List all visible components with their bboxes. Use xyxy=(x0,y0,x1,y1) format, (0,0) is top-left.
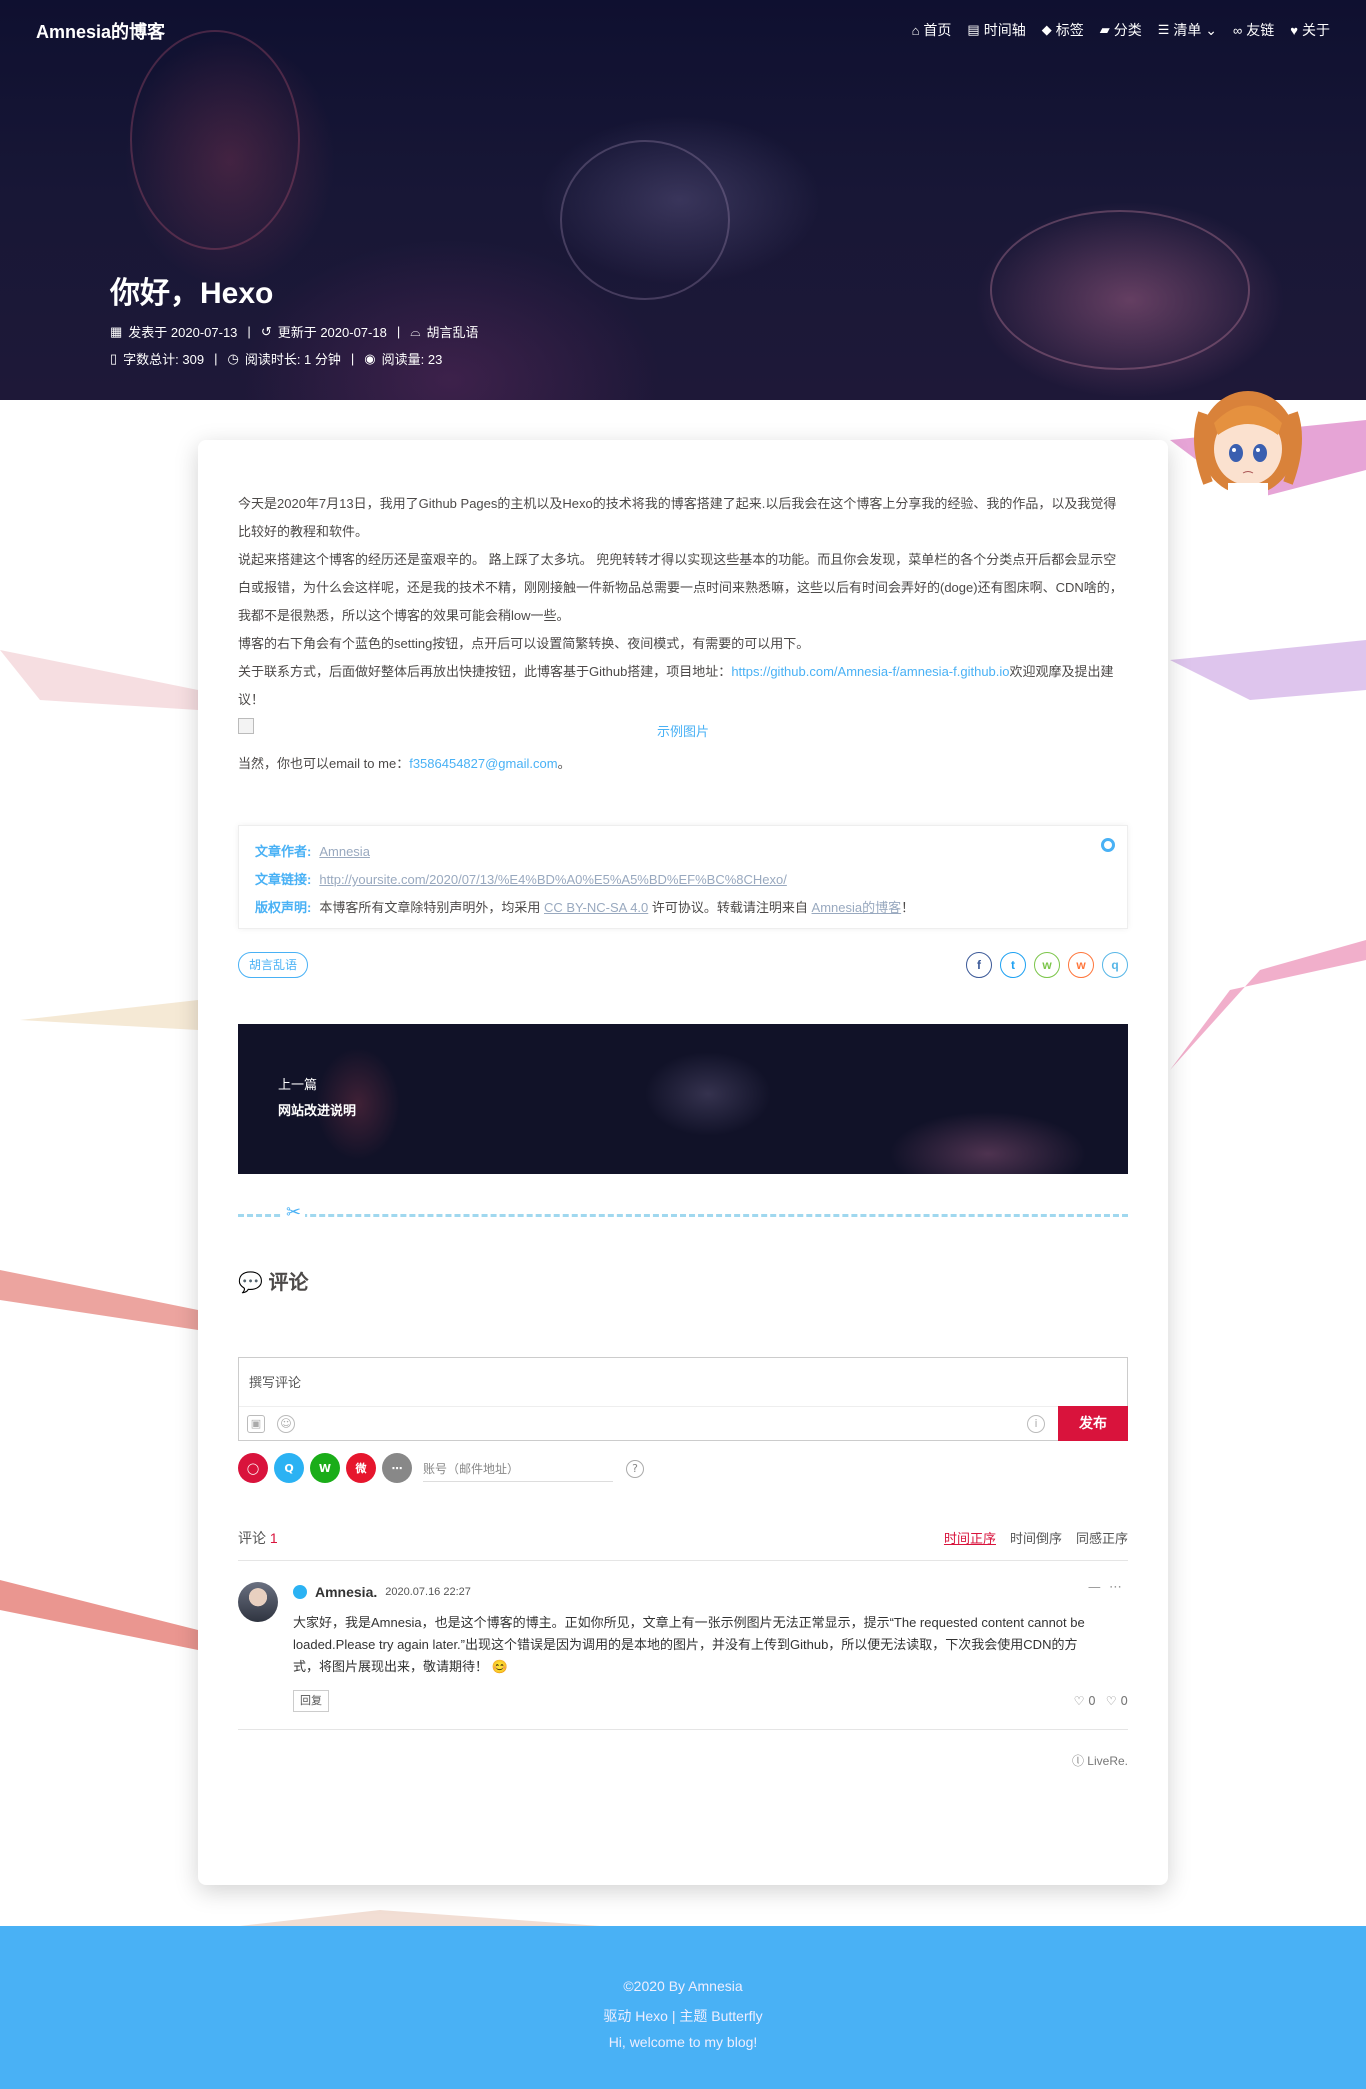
nav-item-about[interactable]: ♥ 关于 xyxy=(1290,20,1330,40)
comment-count: 评论 1 xyxy=(238,1530,278,1546)
email-link[interactable]: f3586454827@gmail.com xyxy=(409,756,557,771)
paragraph: 今天是2020年7月13日，我用了Github Pages的主机以及Hexo的技… xyxy=(238,496,1117,539)
post-tag[interactable]: 胡言乱语 xyxy=(238,952,309,978)
post-content: 今天是2020年7月13日，我用了Github Pages的主机以及Hexo的技… xyxy=(238,490,1128,778)
account-email-input[interactable]: 账号（邮件地址） xyxy=(423,1456,613,1482)
more-icon[interactable]: ⋯ xyxy=(382,1453,412,1483)
emoji-icon[interactable]: ☺ xyxy=(277,1415,295,1433)
footer-copyright: ©2020 By Amnesia xyxy=(623,1978,743,1994)
post-comment-button[interactable]: 发布 xyxy=(1058,1406,1128,1441)
sort-likes[interactable]: 同感正序 xyxy=(1076,1528,1128,1547)
post-card: 今天是2020年7月13日，我用了Github Pages的主机以及Hexo的技… xyxy=(198,440,1168,1885)
nav-item-tags[interactable]: ◆ 标签 xyxy=(1042,20,1084,40)
heart-icon: ♥ xyxy=(1290,22,1298,38)
info-icon[interactable]: i xyxy=(1027,1415,1045,1433)
post-permalink[interactable]: http://yoursite.com/2020/07/13/%E4%BD%A0… xyxy=(319,866,787,894)
license-link[interactable]: CC BY-NC-SA 4.0 xyxy=(544,900,648,915)
like-button[interactable]: ♡ 0 xyxy=(1074,1694,1096,1708)
image-caption[interactable]: 示例图片 xyxy=(238,718,1128,746)
comment-reactions: ♡ 0 ♡ 0 xyxy=(1074,1694,1128,1708)
paragraph: 说起来搭建这个博客的经历还是蛮艰辛的。 路上踩了太多坑。 兜兜转转才得以实现这些… xyxy=(238,552,1123,623)
prev-post-title: 网站改进说明 xyxy=(278,1103,357,1118)
weibo-icon[interactable]: w xyxy=(1068,952,1094,978)
paragraph-contact: 关于联系方式，后面做好整体后再放出快捷按钮，此博客基于Github搭建，项目地址… xyxy=(238,664,1114,707)
site-link[interactable]: Amnesia的博客 xyxy=(812,900,902,915)
nav-menu: ⌂ 首页 ▤ 时间轴 ◆ 标签 ▰ 分类 ☰ 清单 ⌄ ∞ 友链 ♥ 关于 xyxy=(912,20,1330,40)
mascot-character-image xyxy=(1194,391,1302,508)
scissors-icon: ✂ xyxy=(282,1202,306,1223)
livere-icon[interactable]: ◯ xyxy=(238,1453,268,1483)
qq-badge-icon xyxy=(293,1585,307,1599)
sort-time-desc[interactable]: 时间倒序 xyxy=(1010,1528,1062,1547)
paragraph-email: 当然，你也可以email to me：f3586454827@gmail.com… xyxy=(238,756,571,771)
comment-sort-options: 时间正序 时间倒序 同感正序 xyxy=(944,1528,1128,1547)
paragraph: 博客的右下角会有个蓝色的setting按钮，点开后可以设置简繁转换、夜间模式，有… xyxy=(238,636,810,651)
divider xyxy=(238,1560,1128,1561)
post-category-link[interactable]: 胡言乱语 xyxy=(427,322,479,341)
twitter-icon[interactable]: t xyxy=(1000,952,1026,978)
editor-toolbar: ▣ ☺ i xyxy=(239,1406,1127,1440)
example-image-figure: 示例图片 xyxy=(238,714,1128,750)
nav-item-categories[interactable]: ▰ 分类 xyxy=(1100,20,1142,40)
home-icon: ⌂ xyxy=(911,22,920,38)
comment-author-row: Amnesia. 2020.07.16 22:27 xyxy=(293,1584,471,1600)
top-navbar: Amnesia的博客 ⌂ 首页 ▤ 时间轴 ◆ 标签 ▰ 分类 ☰ 清单 ⌄ ∞ 友链 ♥ 关… xyxy=(0,0,1366,60)
wechat-icon[interactable]: w xyxy=(1034,952,1060,978)
post-title: 你好，Hexo xyxy=(110,277,274,310)
archive-icon: ▤ xyxy=(967,22,980,37)
comment-text: 大家好，我是Amnesia，也是这个博客的博主。正如你所见，文章上有一张示例图片… xyxy=(293,1615,1085,1674)
inbox-icon: ⌓ xyxy=(410,323,421,339)
comment-author[interactable]: Amnesia. xyxy=(315,1584,377,1600)
comments-icon: 💬 xyxy=(238,1272,263,1294)
prev-post-card[interactable]: 上一篇 网站改进说明 xyxy=(238,1024,1128,1174)
nav-item-links[interactable]: ∞ 友链 xyxy=(1233,20,1274,40)
nav-item-home[interactable]: ⌂ 首页 xyxy=(912,20,952,40)
file-icon: ▯ xyxy=(110,350,118,366)
nav-item-list[interactable]: ☰ 清单 ⌄ xyxy=(1158,20,1217,40)
post-meta-stats: ▯ 字数总计: 309 | ◷ 阅读时长: 1 分钟 | ◉ 阅读量: 23 xyxy=(110,350,443,368)
folder-icon: ▰ xyxy=(1099,22,1110,37)
repo-link[interactable]: https://github.com/Amnesia-f/amnesia-f.g… xyxy=(731,664,1009,679)
prev-post-label: 上一篇 xyxy=(278,1077,318,1092)
copyright-circle-icon xyxy=(1101,838,1115,852)
divider xyxy=(238,1729,1128,1730)
dislike-button[interactable]: ♡ 0 xyxy=(1106,1694,1128,1708)
post-header-banner: Amnesia的博客 ⌂ 首页 ▤ 时间轴 ◆ 标签 ▰ 分类 ☰ 清单 ⌄ ∞ 友链 ♥ 关… xyxy=(0,0,1366,400)
sort-time-asc[interactable]: 时间正序 xyxy=(944,1528,996,1547)
history-icon: ↺ xyxy=(260,323,272,339)
reply-button[interactable]: 回复 xyxy=(293,1690,329,1712)
help-icon[interactable]: ? xyxy=(626,1460,644,1478)
comment-divider xyxy=(238,1214,1128,1217)
qq-icon[interactable]: q xyxy=(1102,952,1128,978)
list-icon: ☰ xyxy=(1157,22,1170,37)
comment-input[interactable]: 撰写评论 xyxy=(249,1372,301,1391)
site-footer: ©2020 By Amnesia 驱动 Hexo | 主题 Butterfly … xyxy=(0,1926,1366,2089)
comment-menu-icon[interactable]: — ⋯ xyxy=(1088,1580,1124,1595)
login-providers: ◯ Q W 微 ⋯ xyxy=(238,1453,412,1483)
comments-heading: 💬 评论 xyxy=(238,1272,309,1294)
image-upload-icon[interactable]: ▣ xyxy=(247,1415,265,1433)
calendar-icon: ▦ xyxy=(110,323,123,339)
post-meta-dates: ▦ 发表于 2020-07-13 | ↺ 更新于 2020-07-18 | ⌓ 胡言… xyxy=(110,322,479,341)
footer-welcome: Hi, welcome to my blog! xyxy=(608,2034,758,2050)
comment-editor[interactable]: 撰写评论 ▣ ☺ i 发布 xyxy=(238,1357,1128,1441)
clock-icon: ◷ xyxy=(227,350,239,366)
tags-icon: ◆ xyxy=(1041,22,1052,37)
avatar[interactable] xyxy=(238,1582,278,1622)
eye-icon: ◉ xyxy=(364,350,376,366)
site-brand[interactable]: Amnesia的博客 xyxy=(36,18,165,44)
link-icon: ∞ xyxy=(1233,22,1243,38)
weibo-login-icon[interactable]: 微 xyxy=(346,1453,376,1483)
footer-powered-by: 驱动 Hexo | 主题 Butterfly xyxy=(603,2008,763,2024)
comment-time: 2020.07.16 22:27 xyxy=(385,1586,471,1598)
author-link[interactable]: Amnesia xyxy=(319,838,370,866)
share-buttons: f t w w q xyxy=(966,952,1128,978)
qq-login-icon[interactable]: Q xyxy=(274,1453,304,1483)
post-copyright-box: 文章作者: Amnesia 文章链接: http://yoursite.com/20… xyxy=(238,825,1128,929)
livere-credit[interactable]: ⓛ LiveRe. xyxy=(1072,1752,1128,1769)
wechat-login-icon[interactable]: W xyxy=(310,1453,340,1483)
nav-item-timeline[interactable]: ▤ 时间轴 xyxy=(967,20,1025,40)
facebook-icon[interactable]: f xyxy=(966,952,992,978)
